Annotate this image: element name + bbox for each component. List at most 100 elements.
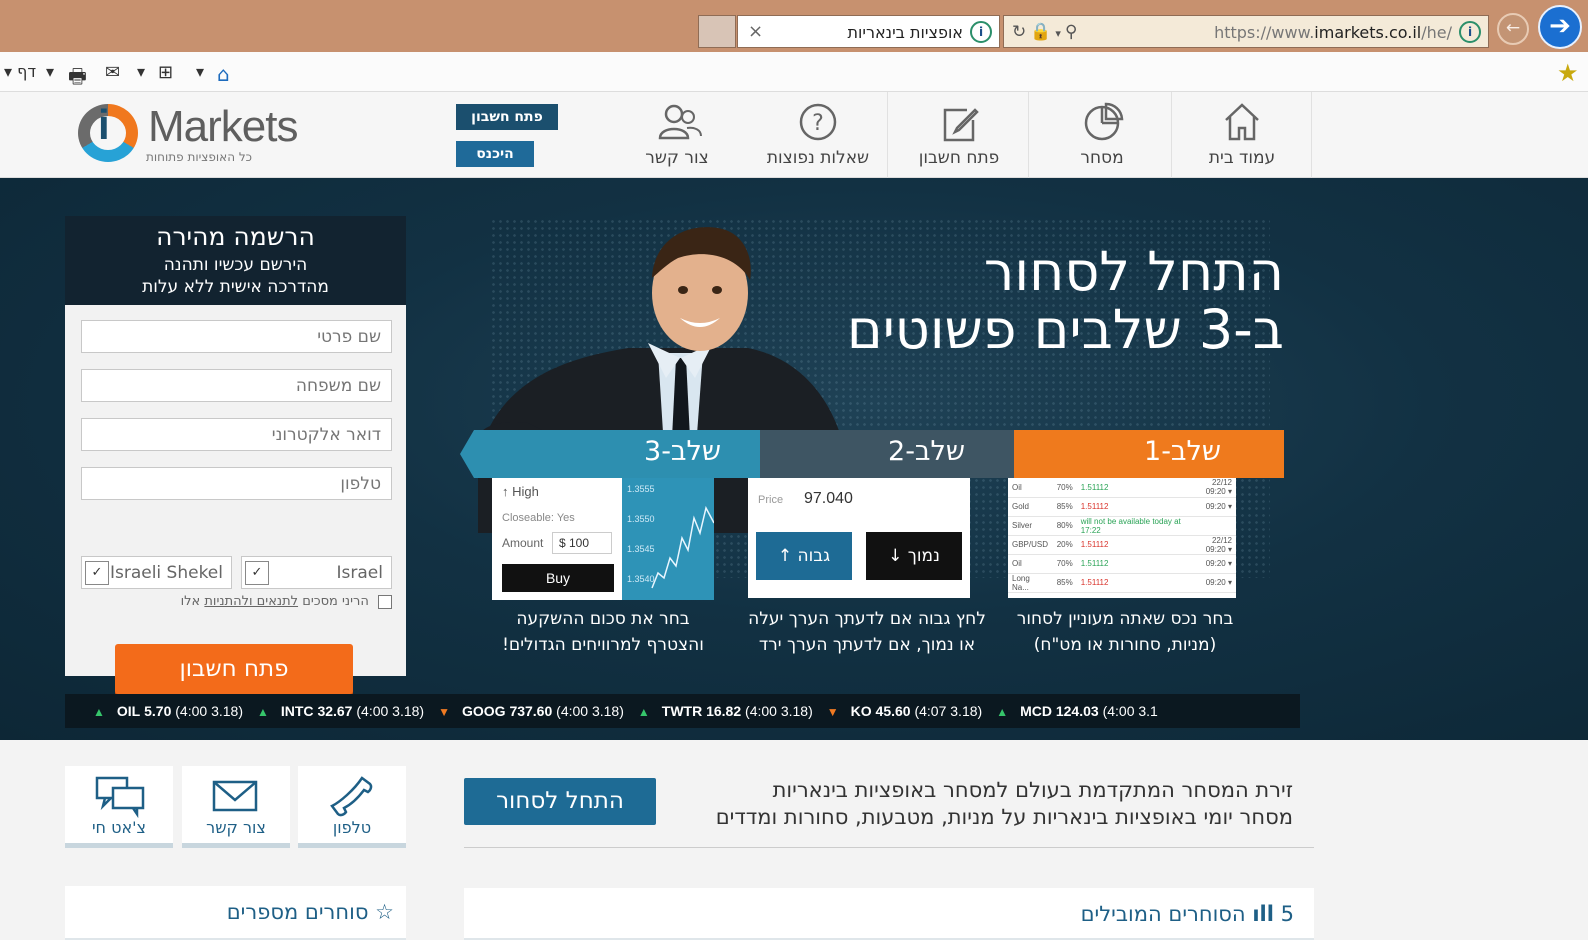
closeable-label: Closeable: Yes — [502, 512, 575, 524]
terms-link[interactable]: לתנאים ולהתניות — [204, 594, 298, 609]
table-row[interactable]: Silver 80% will not be available today at … — [1008, 516, 1236, 535]
low-button[interactable]: ↓ נמוך — [866, 532, 962, 580]
start-trading-button[interactable]: התחל לסחור — [464, 778, 656, 825]
hero-section: הרשמה מהירה הירשם עכשיו ותהנה מהדרכה איש… — [0, 178, 1588, 740]
price-chart: 1.3555 1.3550 1.3545 1.3540 — [622, 478, 714, 600]
high-button[interactable]: ↑ גבוה — [756, 532, 852, 580]
email-card[interactable]: צור קשר — [182, 766, 290, 848]
terms-row: הריני מסכים לתנאים ולהתניות אלו — [181, 594, 392, 609]
table-row[interactable]: GBP/USD 20% 1.51112 22/12 09:20 ▾ — [1008, 535, 1236, 554]
terms-suffix: אלו — [180, 594, 201, 609]
phone-label: טלפון — [332, 818, 372, 837]
ticker-time: (4:07 3.18) — [914, 703, 983, 719]
open-account-submit-button[interactable]: פתח חשבון — [115, 644, 353, 694]
browser-home-icon[interactable]: ⌂ — [217, 62, 230, 86]
step-2-banner: שלב-2 — [760, 430, 1030, 478]
refresh-icon[interactable]: ↻ — [1012, 22, 1030, 42]
dropdown-icon[interactable]: ▾ — [1055, 27, 1065, 40]
step-2-panel: Price 97.040 ↑ גבוה ↓ נמוך — [748, 478, 970, 598]
favorites-star-icon[interactable]: ★ — [1557, 59, 1579, 87]
arrow-up-icon: ▲ — [637, 705, 650, 719]
address-controls[interactable]: ↻🔒▾⚲ — [1012, 22, 1081, 42]
home-dropdown-icon[interactable]: ▾ — [196, 62, 204, 81]
email-field[interactable] — [81, 418, 392, 451]
nav-item-home[interactable]: עמוד בית — [1172, 92, 1312, 178]
table-row[interactable]: Oil 70% 1.51112 22/12 09:20 ▾ — [1008, 478, 1236, 497]
caption-line: בחר את סכום ההשקעה — [516, 609, 690, 629]
ticker-time: (4:00 3.18) — [356, 703, 425, 719]
table-cell: 09:20 ▾ — [1205, 559, 1232, 568]
nav-item-open-account[interactable]: פתח חשבון — [889, 92, 1029, 178]
email-label: צור קשר — [206, 818, 266, 837]
nav-item-faq[interactable]: ? שאלות נפוצות — [748, 92, 888, 178]
table-cell: 70% — [1056, 482, 1073, 492]
table-cell: Silver — [1012, 521, 1033, 530]
phone-card[interactable]: טלפון — [298, 766, 406, 848]
registration-subtitle: מהדרכה אישית ללא עלות — [142, 277, 329, 297]
first-name-field[interactable] — [81, 320, 392, 353]
arrow-down-icon: ↓ — [888, 546, 908, 566]
nav-label: עמוד בית — [1208, 148, 1276, 168]
currency-select[interactable]: Israeli Shekel ✓ — [81, 556, 232, 589]
mail-dropdown-icon[interactable]: ▾ — [137, 62, 145, 81]
print-dropdown-icon[interactable]: ▾ — [46, 62, 54, 81]
table-cell: 1.51112 — [1080, 502, 1109, 511]
top-traders-title: ıll 5 הסוחרים המובילים — [1081, 902, 1294, 926]
forward-button[interactable]: ← — [1497, 13, 1529, 45]
feed-icon[interactable]: ⊞ — [158, 62, 173, 83]
search-icon[interactable]: ⚲ — [1065, 22, 1081, 42]
arrow-right-icon: ➔ — [1549, 11, 1571, 41]
ticker-item: ▼ KO 45.60 (4:07 3.18) — [827, 694, 982, 728]
ticker-time: (4:00 3.18) — [745, 703, 813, 719]
country-select[interactable]: Israel ✓ — [241, 556, 392, 589]
print-icon[interactable]: 🖶 — [68, 62, 87, 96]
traders-tell-panel: ☆ סוחרים מספרים — [65, 886, 406, 940]
new-tab-button[interactable] — [698, 15, 736, 48]
phone-field[interactable] — [81, 467, 392, 500]
browser-tab[interactable]: i אופציות בינאריות × — [737, 15, 1000, 48]
address-bar[interactable]: i https://www.imarkets.co.il/he/ ↻🔒▾⚲ — [1003, 15, 1489, 48]
ticker-symbol: OIL — [116, 703, 141, 719]
ticker-value: 5.70 — [144, 703, 172, 719]
site-logo[interactable]: i Markets כל האופציות פתוחות — [78, 98, 318, 168]
table-row[interactable]: Gold 85% 1.51112 09:20 ▾ — [1008, 497, 1236, 516]
arrow-up-icon: ▲ — [93, 705, 105, 719]
open-account-button[interactable]: פתח חשבון — [456, 104, 558, 130]
ticker-value: 16.82 — [706, 703, 742, 719]
hero-title: התחל לסחור — [983, 240, 1284, 303]
amount-field[interactable]: $ 100 — [552, 532, 612, 554]
chat-card[interactable]: צ'אט חי — [65, 766, 173, 848]
step-3-panel: ↑ High Closeable: Yes Amount $ 100 Buy 1… — [492, 478, 714, 600]
chevron-down-icon: ✓ — [85, 561, 109, 585]
step-1-caption: בחר נכס שאתה מעוניין לסחור (מניות, סחורו… — [1000, 606, 1250, 658]
login-button[interactable]: היכנס — [456, 141, 534, 167]
nav-item-trade[interactable]: מסחר — [1032, 92, 1172, 178]
mail-icon[interactable]: ✉ — [105, 62, 120, 83]
close-tab-icon[interactable]: × — [748, 21, 763, 42]
address-url[interactable]: https://www.imarkets.co.il/he/ — [1214, 23, 1452, 42]
step-label: שלב-3 — [644, 436, 722, 467]
table-cell: 09:20 ▾ — [1205, 502, 1232, 511]
table-row[interactable]: Oil 70% 1.51112 09:20 ▾ — [1008, 554, 1236, 573]
nav-item-contact[interactable]: צור קשר — [607, 92, 747, 178]
caption-line: (מניות, סחורות או מט"ח) — [1033, 635, 1217, 655]
last-name-field[interactable] — [81, 369, 392, 402]
terms-checkbox[interactable] — [378, 594, 392, 609]
ticker-symbol: KO — [850, 703, 872, 719]
page-menu[interactable]: ▾ דף — [4, 62, 36, 81]
low-button-label: נמוך — [907, 546, 940, 566]
table-cell: 22/12 09:20 ▾ — [1205, 535, 1232, 554]
phone-icon — [330, 776, 373, 817]
table-cell: GBP/USD — [1012, 540, 1049, 549]
buy-button[interactable]: Buy — [502, 564, 614, 592]
step-label: שלב-1 — [1144, 436, 1222, 467]
ticker-time: (4:00 3.18) — [556, 703, 624, 719]
table-row[interactable]: Long Na... 85% 1.51112 09:20 ▾ — [1008, 573, 1236, 592]
hero-subtitle: ב-3 שלבים פשוטים — [846, 298, 1284, 361]
back-button[interactable]: ➔ — [1538, 5, 1582, 49]
nav-label: צור קשר — [645, 148, 709, 168]
ticker-item: ▲ MCD 124.03 (4:00 3.1 — [996, 694, 1158, 728]
registration-form: הרשמה מהירה הירשם עכשיו ותהנה מהדרכה איש… — [65, 216, 406, 714]
step-label: שלב-2 — [888, 436, 966, 467]
high-label: ↑ High — [502, 484, 539, 499]
